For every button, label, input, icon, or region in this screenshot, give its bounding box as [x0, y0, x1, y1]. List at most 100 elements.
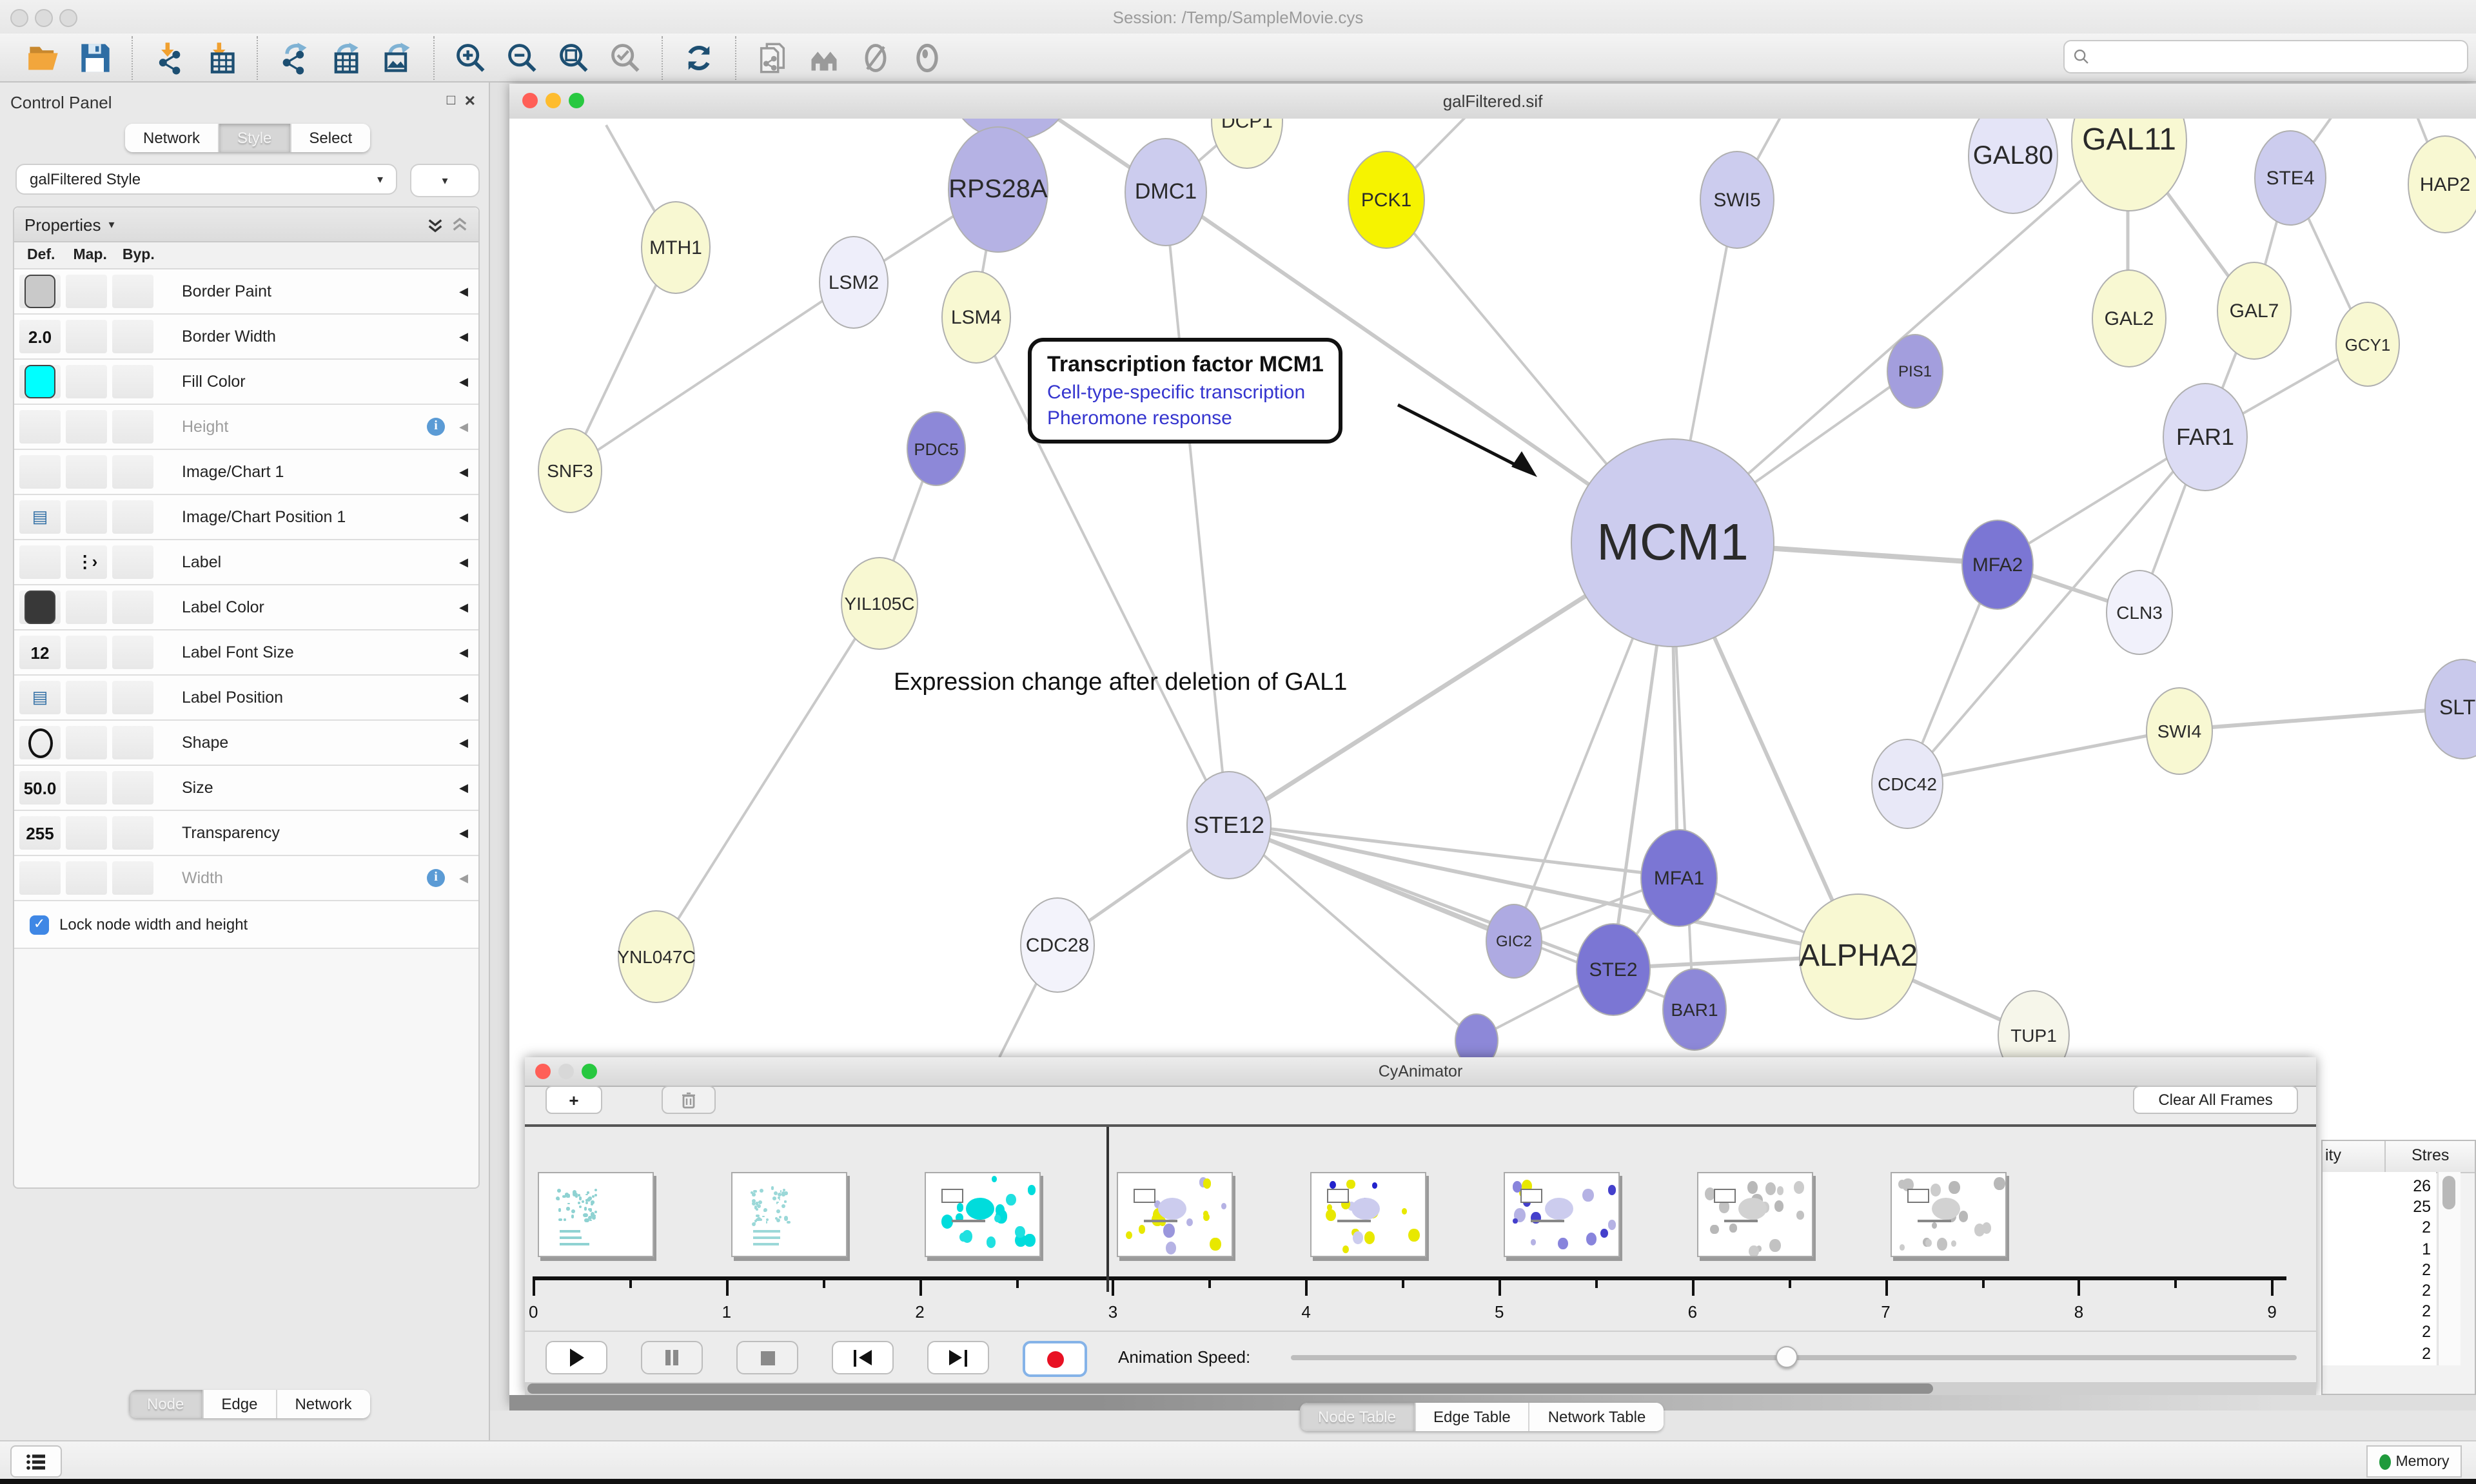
bypass-cell[interactable] — [112, 681, 153, 714]
tab-edge[interactable]: Edge — [203, 1390, 277, 1418]
table-cell-value[interactable]: 25 — [2413, 1198, 2431, 1216]
expand-row-icon[interactable]: ◀ — [459, 284, 468, 298]
expand-row-icon[interactable]: ◀ — [459, 781, 468, 795]
network-window-titlebar[interactable]: galFiltered.sif — [509, 84, 2476, 120]
bypass-cell[interactable] — [112, 500, 153, 534]
playhead[interactable] — [1107, 1127, 1109, 1292]
style-options-button[interactable]: ▾ — [410, 164, 480, 197]
show-panels-button[interactable] — [10, 1445, 62, 1478]
style-selector[interactable]: galFiltered Style ▾ — [15, 164, 397, 195]
network-annotation-text[interactable]: Expression change after deletion of GAL1 — [894, 669, 1347, 698]
node-mfa2[interactable]: MFA2 — [1961, 520, 2034, 610]
info-icon[interactable]: i — [427, 869, 445, 887]
default-value-cell[interactable] — [19, 365, 61, 398]
node-rps28a[interactable]: RPS28A — [948, 126, 1048, 253]
expand-row-icon[interactable]: ◀ — [459, 465, 468, 479]
bypass-cell[interactable] — [112, 726, 153, 759]
node-bar1[interactable]: BAR1 — [1662, 968, 1727, 1051]
frame-thumbnail-5[interactable] — [1310, 1172, 1426, 1257]
property-row-width[interactable]: Widthi◀ — [14, 856, 478, 901]
default-value-cell[interactable] — [19, 455, 61, 489]
bypass-cell[interactable] — [112, 320, 153, 353]
node-cdc42[interactable]: CDC42 — [1871, 739, 1943, 829]
bypass-cell[interactable] — [112, 816, 153, 850]
node-lsm2[interactable]: LSM2 — [819, 236, 889, 329]
frame-thumbnail-8[interactable] — [1890, 1172, 2006, 1257]
bypass-cell[interactable] — [112, 410, 153, 444]
node-alpha2[interactable]: ALPHA2 — [1799, 893, 1918, 1020]
expand-row-icon[interactable]: ◀ — [459, 510, 468, 524]
frame-thumbnail-4[interactable] — [1117, 1172, 1233, 1257]
frame-thumbnail-6[interactable] — [1504, 1172, 1620, 1257]
default-value-cell[interactable]: 255 — [19, 816, 61, 850]
node-swi5[interactable]: SWI5 — [1700, 151, 1774, 249]
node-yil105c[interactable]: YIL105C — [841, 557, 918, 650]
default-value-cell[interactable] — [19, 861, 61, 895]
close-panel-icon[interactable]: ✕ — [464, 93, 476, 110]
export-table-icon[interactable] — [326, 38, 365, 77]
table-cell-value[interactable]: 2 — [2422, 1282, 2431, 1300]
bypass-cell[interactable] — [112, 545, 153, 579]
property-row-shape[interactable]: Shape◀ — [14, 721, 478, 766]
expand-row-icon[interactable]: ◀ — [459, 555, 468, 569]
property-row-image-chart-position-1[interactable]: ▤Image/Chart Position 1◀ — [14, 495, 478, 540]
add-frame-button[interactable]: + — [545, 1086, 602, 1114]
node-gal2[interactable]: GAL2 — [2092, 269, 2166, 367]
expand-row-icon[interactable]: ◀ — [459, 375, 468, 389]
tab-network[interactable]: Network — [125, 124, 219, 152]
property-row-size[interactable]: 50.0Size◀ — [14, 766, 478, 811]
import-network-icon[interactable] — [150, 38, 188, 77]
table-cell-value[interactable]: 2 — [2422, 1302, 2431, 1320]
property-row-image-chart-1[interactable]: Image/Chart 1◀ — [14, 450, 478, 495]
expand-row-icon[interactable]: ◀ — [459, 329, 468, 344]
property-row-border-width[interactable]: 2.0Border Width◀ — [14, 315, 478, 360]
default-value-cell[interactable]: ▤ — [19, 500, 61, 534]
frame-thumbnail-2[interactable] — [731, 1172, 847, 1257]
record-button[interactable] — [1023, 1341, 1087, 1377]
zoom-fit-icon[interactable] — [555, 38, 593, 77]
expand-row-icon[interactable]: ◀ — [459, 420, 468, 434]
mapping-cell[interactable] — [66, 410, 107, 444]
default-value-cell[interactable] — [19, 545, 61, 579]
bypass-cell[interactable] — [112, 636, 153, 669]
bypass-cell[interactable] — [112, 771, 153, 805]
table-cell-value[interactable]: 1 — [2422, 1240, 2431, 1258]
export-image-icon[interactable] — [378, 38, 417, 77]
property-row-transparency[interactable]: 255Transparency◀ — [14, 811, 478, 856]
mapping-cell[interactable] — [66, 455, 107, 489]
node-dmc1[interactable]: DMC1 — [1125, 138, 1207, 246]
collapse-all-icon[interactable] — [451, 216, 468, 233]
default-value-cell[interactable]: ▤ — [19, 681, 61, 714]
node-swi4[interactable]: SWI4 — [2146, 687, 2213, 775]
default-value-cell[interactable] — [19, 726, 61, 759]
node-ste4[interactable]: STE4 — [2254, 130, 2326, 226]
expand-row-icon[interactable]: ◀ — [459, 826, 468, 840]
node-ynl047c[interactable]: YNL047C — [618, 910, 695, 1003]
zoom-in-icon[interactable] — [451, 38, 490, 77]
mapping-cell[interactable] — [66, 591, 107, 624]
mapping-cell[interactable] — [66, 726, 107, 759]
table-cell-value[interactable]: 2 — [2422, 1323, 2431, 1342]
node-mcm1[interactable]: MCM1 — [1571, 438, 1774, 647]
default-value-cell[interactable] — [19, 275, 61, 308]
frame-thumbnail-1[interactable] — [538, 1172, 654, 1257]
import-table-icon[interactable] — [201, 38, 240, 77]
tab-edge-table[interactable]: Edge Table — [1415, 1403, 1530, 1431]
tab-network-table[interactable]: Network Table — [1530, 1403, 1664, 1431]
mapping-cell[interactable] — [66, 365, 107, 398]
memory-button[interactable]: Memory — [2366, 1445, 2462, 1478]
node-gic2[interactable]: GIC2 — [1486, 904, 1542, 979]
node-snf3[interactable]: SNF3 — [538, 428, 602, 513]
mapping-cell[interactable] — [66, 320, 107, 353]
table-column-headers[interactable]: ity Stres — [2323, 1141, 2475, 1173]
node-far1[interactable]: FAR1 — [2163, 383, 2248, 491]
mapping-cell[interactable] — [66, 500, 107, 534]
go-to-start-button[interactable] — [832, 1341, 894, 1374]
node-hap2[interactable]: HAP2 — [2408, 135, 2476, 233]
mapping-cell[interactable] — [66, 636, 107, 669]
open-folder-icon[interactable] — [25, 38, 63, 77]
bypass-cell[interactable] — [112, 365, 153, 398]
node-cln3[interactable]: CLN3 — [2106, 570, 2173, 655]
float-panel-icon[interactable]: □ — [447, 93, 455, 108]
default-value-cell[interactable]: 2.0 — [19, 320, 61, 353]
